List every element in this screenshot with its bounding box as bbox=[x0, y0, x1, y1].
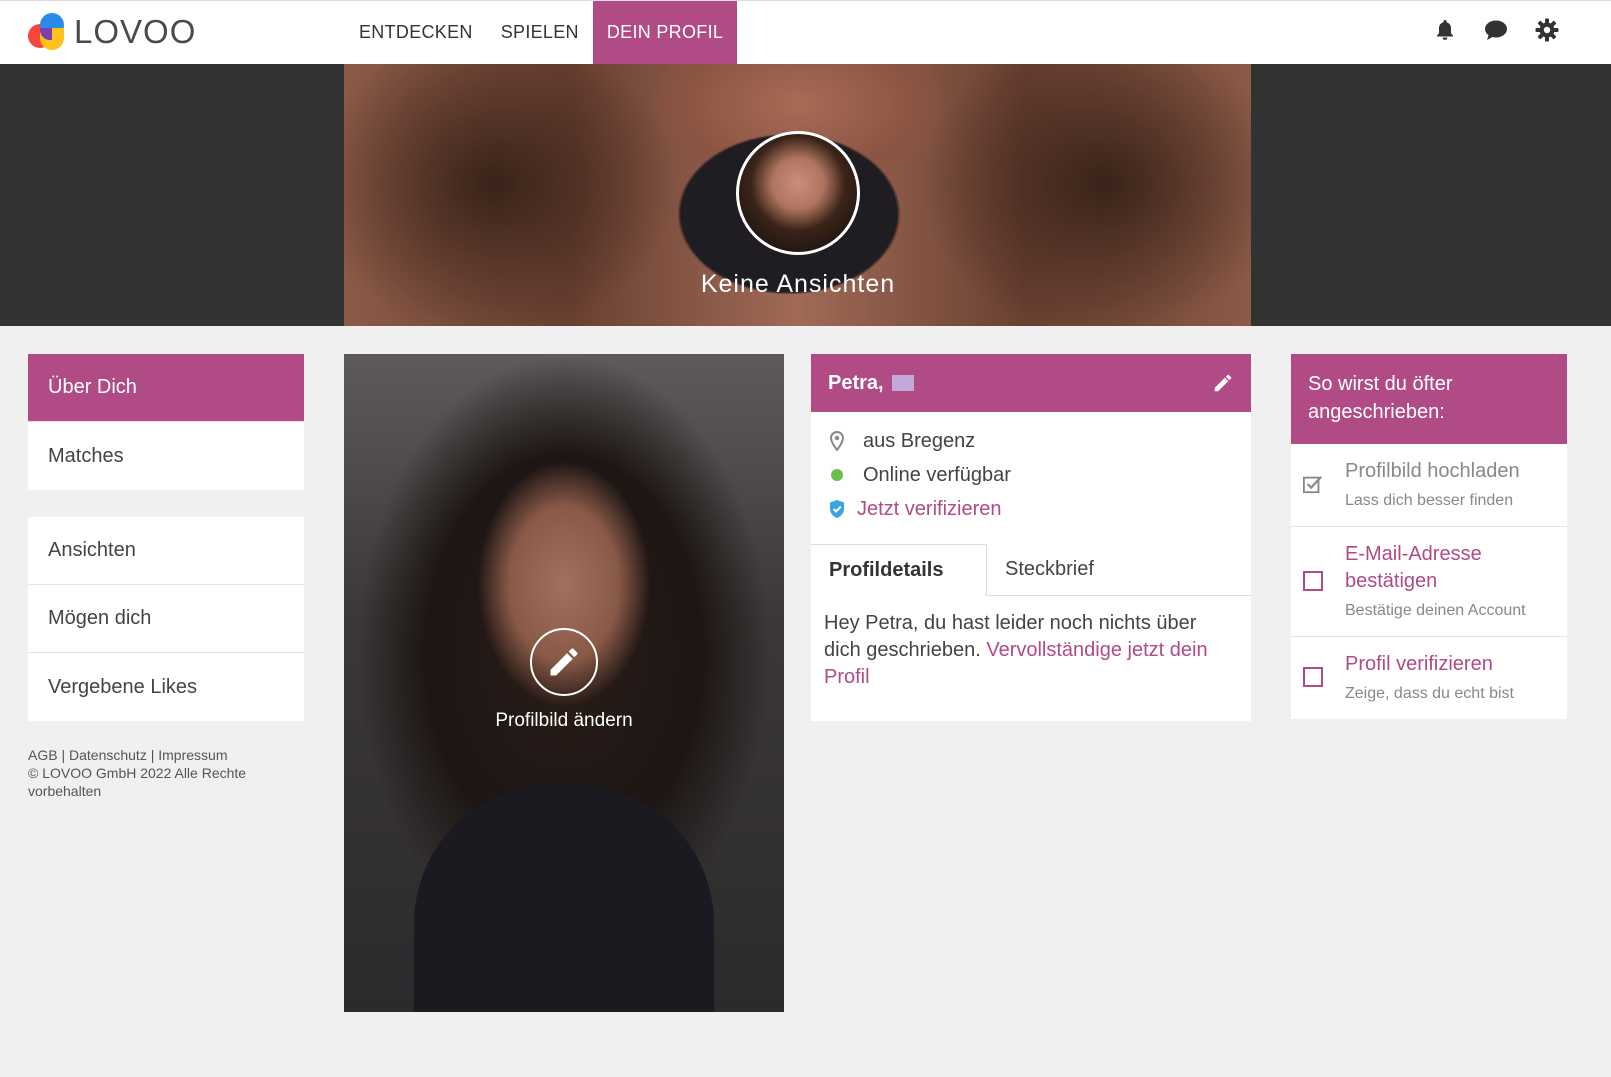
profile-photo[interactable]: Profilbild ändern bbox=[344, 354, 784, 1012]
tip-upload-photo[interactable]: Profilbild hochladen Lass dich besser fi… bbox=[1291, 444, 1567, 527]
tip-title: E-Mail-Adresse bestätigen bbox=[1345, 543, 1482, 592]
nav-dein-profil[interactable]: DEIN PROFIL bbox=[592, 1, 738, 64]
left-sidebar: Über Dich Matches Ansichten Mögen dich V… bbox=[28, 354, 304, 800]
sidebar-footer: AGB | Datenschutz | Impressum © LOVOO Gm… bbox=[28, 747, 247, 799]
profile-header: Petra, bbox=[811, 354, 1251, 412]
location-row: aus Bregenz bbox=[828, 424, 1234, 458]
tip-subtitle: Lass dich besser finden bbox=[1345, 492, 1514, 509]
main-nav: ENTDECKEN SPIELEN DEIN PROFIL bbox=[345, 1, 738, 65]
footer-link-agb[interactable]: AGB bbox=[28, 747, 58, 763]
top-icons bbox=[1433, 17, 1559, 43]
sidebar-item-ansichten[interactable]: Ansichten bbox=[28, 517, 304, 585]
tab-steckbrief[interactable]: Steckbrief bbox=[987, 544, 1163, 595]
sidebar-group-profile: Über Dich Matches bbox=[28, 354, 304, 490]
footer-link-datenschutz[interactable]: Datenschutz bbox=[69, 747, 147, 763]
pencil-icon bbox=[550, 648, 578, 676]
sidebar-item-moegen-dich[interactable]: Mögen dich bbox=[28, 585, 304, 653]
sidebar-item-ueber-dich[interactable]: Über Dich bbox=[28, 354, 304, 422]
location-text: aus Bregenz bbox=[863, 429, 976, 452]
profile-tabs: Profildetails Steckbrief bbox=[811, 544, 1251, 596]
views-count-label: Keine Ansichten bbox=[700, 270, 896, 298]
footer-link-impressum[interactable]: Impressum bbox=[158, 747, 227, 763]
profile-age-redacted bbox=[891, 375, 914, 391]
bell-icon[interactable] bbox=[1433, 17, 1457, 43]
top-navigation-bar: LOVOO ENTDECKEN SPIELEN DEIN PROFIL bbox=[0, 0, 1611, 64]
photo-shirt-area bbox=[414, 784, 714, 1012]
footer-copyright: © LOVOO GmbH 2022 Alle Rechte vorbehalte… bbox=[28, 765, 247, 799]
shield-check-icon bbox=[828, 499, 846, 519]
online-status-text: Online verfügbar bbox=[863, 463, 1011, 486]
profile-name: Petra, bbox=[828, 371, 884, 394]
online-status-row: Online verfügbar bbox=[828, 458, 1234, 492]
verify-now-text: Jetzt verifizieren bbox=[857, 497, 1002, 520]
tip-verify-profile[interactable]: Profil verifizieren Zeige, dass du echt … bbox=[1291, 637, 1567, 719]
profile-card: Petra, aus Bregenz Online verfügbar Jetz… bbox=[811, 354, 1251, 721]
tip-upload-photo-text: Profilbild hochladen Lass dich besser fi… bbox=[1345, 458, 1520, 510]
tip-title: Profil verifizieren bbox=[1345, 653, 1493, 675]
profile-avatar[interactable] bbox=[736, 131, 860, 255]
edit-profile-button[interactable] bbox=[1212, 372, 1234, 400]
location-pin-icon bbox=[828, 431, 846, 451]
checkbox-empty-icon[interactable] bbox=[1303, 570, 1323, 591]
tip-confirm-email[interactable]: E-Mail-Adresse bestätigen Bestätige dein… bbox=[1291, 527, 1567, 637]
change-photo-button[interactable] bbox=[530, 628, 598, 696]
lovoo-logo-mark bbox=[28, 12, 68, 52]
checkbox-checked-icon[interactable] bbox=[1303, 474, 1323, 494]
tip-verify-profile-text: Profil verifizieren Zeige, dass du echt … bbox=[1345, 651, 1514, 703]
pencil-icon bbox=[1214, 374, 1232, 392]
nav-spielen[interactable]: SPIELEN bbox=[487, 1, 593, 64]
verify-now-link[interactable]: Jetzt verifizieren bbox=[828, 492, 1234, 526]
gear-icon[interactable] bbox=[1535, 17, 1559, 43]
change-photo-label[interactable]: Profilbild ändern bbox=[344, 710, 784, 732]
tip-confirm-email-text: E-Mail-Adresse bestätigen Bestätige dein… bbox=[1345, 541, 1550, 620]
tip-subtitle: Bestätige deinen Account bbox=[1345, 602, 1526, 619]
tips-panel: So wirst du öfter angeschrieben: Profilb… bbox=[1291, 354, 1567, 719]
online-dot-icon bbox=[828, 469, 846, 481]
tip-title: Profilbild hochladen bbox=[1345, 460, 1520, 482]
tips-title: So wirst du öfter angeschrieben: bbox=[1291, 354, 1567, 444]
nav-entdecken[interactable]: ENTDECKEN bbox=[345, 1, 487, 64]
lovoo-logo[interactable]: LOVOO bbox=[28, 11, 196, 53]
profile-description: Hey Petra, du hast leider noch nichts üb… bbox=[811, 596, 1251, 721]
tab-profildetails[interactable]: Profildetails bbox=[811, 544, 987, 596]
sidebar-item-vergebene-likes[interactable]: Vergebene Likes bbox=[28, 653, 304, 721]
tip-subtitle: Zeige, dass du echt bist bbox=[1345, 685, 1514, 702]
chat-icon[interactable] bbox=[1484, 17, 1508, 43]
sidebar-group-activity: Ansichten Mögen dich Vergebene Likes bbox=[28, 517, 304, 721]
logo-text: LOVOO bbox=[74, 13, 197, 50]
checkbox-empty-icon[interactable] bbox=[1303, 667, 1323, 687]
profile-info: aus Bregenz Online verfügbar Jetzt verif… bbox=[811, 412, 1251, 544]
sidebar-item-matches[interactable]: Matches bbox=[28, 422, 304, 490]
